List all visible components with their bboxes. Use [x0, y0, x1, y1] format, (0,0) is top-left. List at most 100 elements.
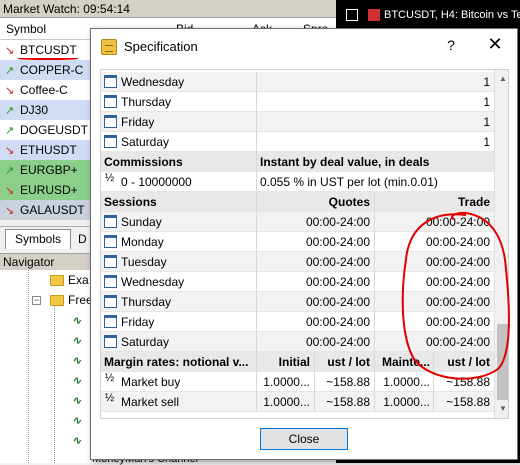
- indicator-icon[interactable]: ∿: [72, 314, 81, 327]
- indicator-icon[interactable]: ∿: [72, 334, 81, 347]
- ust-per-lot: ~158.88: [326, 375, 370, 389]
- dialog-titlebar[interactable]: Specification ? ✕: [91, 29, 517, 65]
- session-row: Friday 00:00-24:00 00:00-24:00: [101, 312, 494, 332]
- col-symbol[interactable]: Symbol: [6, 22, 46, 36]
- navigator-title: Navigator: [0, 253, 98, 270]
- quotes-hours: 00:00-24:00: [305, 255, 370, 269]
- indicator-icon[interactable]: ∿: [72, 434, 81, 447]
- trade-hours: 00:00-24:00: [425, 275, 490, 289]
- session-row: Sunday 00:00-24:00 00:00-24:00: [101, 212, 494, 232]
- chart-title[interactable]: BTCUSDT, H4: Bitcoin vs Teth: [384, 9, 520, 21]
- calendar-icon: [104, 275, 117, 288]
- symbol-row[interactable]: ↘ ETHUSDT: [0, 140, 98, 160]
- arrow-down-icon: ↘: [5, 145, 15, 157]
- col-ust-lot-2: ust / lot: [447, 355, 490, 369]
- scroll-up-icon[interactable]: ▲: [499, 74, 507, 83]
- calendar-icon: [104, 75, 117, 88]
- navigator-tree: Exa − Free ∿ ∿ ∿ ∿ ∿ ∿ ∿ MoneyMan's Chan…: [0, 270, 198, 465]
- margin-header: Margin rates: notional v... Initial ust …: [101, 352, 494, 372]
- session-row: Saturday 00:00-24:00 00:00-24:00: [101, 332, 494, 352]
- session-row: Tuesday 00:00-24:00 00:00-24:00: [101, 252, 494, 272]
- specification-icon: [101, 39, 117, 55]
- indicator-icon[interactable]: ∿: [72, 394, 81, 407]
- symbol-row[interactable]: ↘ GALAUSDT: [0, 200, 98, 220]
- session-row: Wednesday 00:00-24:00 00:00-24:00: [101, 272, 494, 292]
- symbol-row[interactable]: ↘ Coffee-C: [0, 80, 98, 100]
- calendar-icon: [104, 215, 117, 228]
- market-watch-title: Market Watch: 09:54:14: [0, 0, 336, 18]
- symbol-row[interactable]: ↗ DJ30: [0, 100, 98, 120]
- nav-item-free[interactable]: Free: [50, 293, 93, 307]
- margin-row: ½ Market buy 1.0000... ~158.88 1.0000...…: [101, 372, 494, 392]
- ust-per-lot: ~158.88: [326, 395, 370, 409]
- scrollbar-thumb[interactable]: [497, 324, 508, 400]
- trade-hours: 00:00-24:00: [425, 235, 490, 249]
- close-icon[interactable]: ✕: [485, 34, 505, 55]
- help-button[interactable]: ?: [443, 37, 459, 53]
- row-value: 1: [483, 115, 490, 129]
- close-button[interactable]: Close: [260, 428, 348, 450]
- tree-line: [28, 270, 29, 463]
- trade-hours: 00:00-24:00: [425, 315, 490, 329]
- commission-type: Instant by deal value, in deals: [260, 155, 430, 169]
- arrow-up-icon: ↗: [5, 65, 15, 77]
- specification-dialog: Specification ? ✕ Wednesday 1 Thursday 1…: [90, 28, 518, 460]
- vertical-scrollbar[interactable]: ▲ ▼: [494, 70, 508, 418]
- fraction-icon: ½: [105, 372, 115, 384]
- symbol-name: EURGBP+: [20, 163, 78, 177]
- row-label: Thursday: [121, 95, 172, 109]
- table-row: ½ 0 - 10000000 0.055 % in UST per lot (m…: [101, 172, 494, 192]
- nav-item-label: Free: [68, 293, 93, 307]
- tab-details[interactable]: D: [78, 232, 87, 246]
- calendar-icon: [104, 255, 117, 268]
- folder-icon: [50, 295, 64, 307]
- trade-hours: 00:00-24:00: [425, 335, 490, 349]
- symbol-row[interactable]: ↗ DOGEUSDT: [0, 120, 98, 140]
- symbol-row[interactable]: ↘ EURUSD+: [0, 180, 98, 200]
- arrow-up-icon: ↗: [5, 125, 15, 137]
- fraction-icon: ½: [105, 172, 115, 184]
- session-row: Thursday 00:00-24:00 00:00-24:00: [101, 292, 494, 312]
- symbol-name: DJ30: [20, 103, 49, 117]
- symbol-name: COPPER-C: [20, 63, 84, 77]
- quotes-hours: 00:00-24:00: [305, 315, 370, 329]
- chart-symbol-icon: [368, 9, 380, 21]
- row-label: Market buy: [121, 375, 181, 389]
- symbol-name: DOGEUSDT: [20, 123, 89, 137]
- calendar-icon: [104, 135, 117, 148]
- quotes-hours: 00:00-24:00: [305, 335, 370, 349]
- margin-row: ½ Market sell 1.0000... ~158.88 1.0000..…: [101, 392, 494, 412]
- calendar-icon: [104, 115, 117, 128]
- indicator-icon[interactable]: ∿: [72, 374, 81, 387]
- arrow-down-icon: ↘: [5, 185, 15, 197]
- collapse-icon[interactable]: −: [32, 296, 41, 305]
- session-day: Tuesday: [121, 255, 167, 269]
- session-row: Monday 00:00-24:00 00:00-24:00: [101, 232, 494, 252]
- section-title: Margin rates: notional v...: [104, 355, 249, 369]
- sessions-header: Sessions Quotes Trade: [101, 192, 494, 212]
- symbol-row[interactable]: ↗ EURGBP+: [0, 160, 98, 180]
- scroll-down-icon[interactable]: ▼: [499, 404, 507, 413]
- tab-symbols[interactable]: Symbols: [5, 229, 71, 249]
- section-title: Commissions: [104, 155, 183, 169]
- calendar-icon: [104, 235, 117, 248]
- symbol-row[interactable]: ↘ BTCUSDT: [0, 40, 98, 60]
- ust-per-lot-2: ~158.88: [446, 375, 490, 389]
- calendar-icon: [104, 335, 117, 348]
- quotes-hours: 00:00-24:00: [305, 275, 370, 289]
- trade-hours: 00:00-24:00: [425, 295, 490, 309]
- market-watch-tabs: Symbols D: [0, 226, 98, 250]
- initial-margin: 1.0000...: [263, 375, 310, 389]
- symbol-row[interactable]: ↗ COPPER-C: [0, 60, 98, 80]
- nav-item-examples[interactable]: Exa: [50, 273, 89, 287]
- col-maintenance: Mainte...: [381, 355, 430, 369]
- calendar-icon: [104, 95, 117, 108]
- indicator-icon[interactable]: ∿: [72, 354, 81, 367]
- session-day: Friday: [121, 315, 155, 329]
- session-day: Saturday: [121, 335, 170, 349]
- symbol-name: Coffee-C: [20, 83, 68, 97]
- row-value: 1: [483, 95, 490, 109]
- table-row: Thursday 1: [101, 92, 494, 112]
- indicator-icon[interactable]: ∿: [72, 414, 81, 427]
- session-day: Sunday: [121, 215, 162, 229]
